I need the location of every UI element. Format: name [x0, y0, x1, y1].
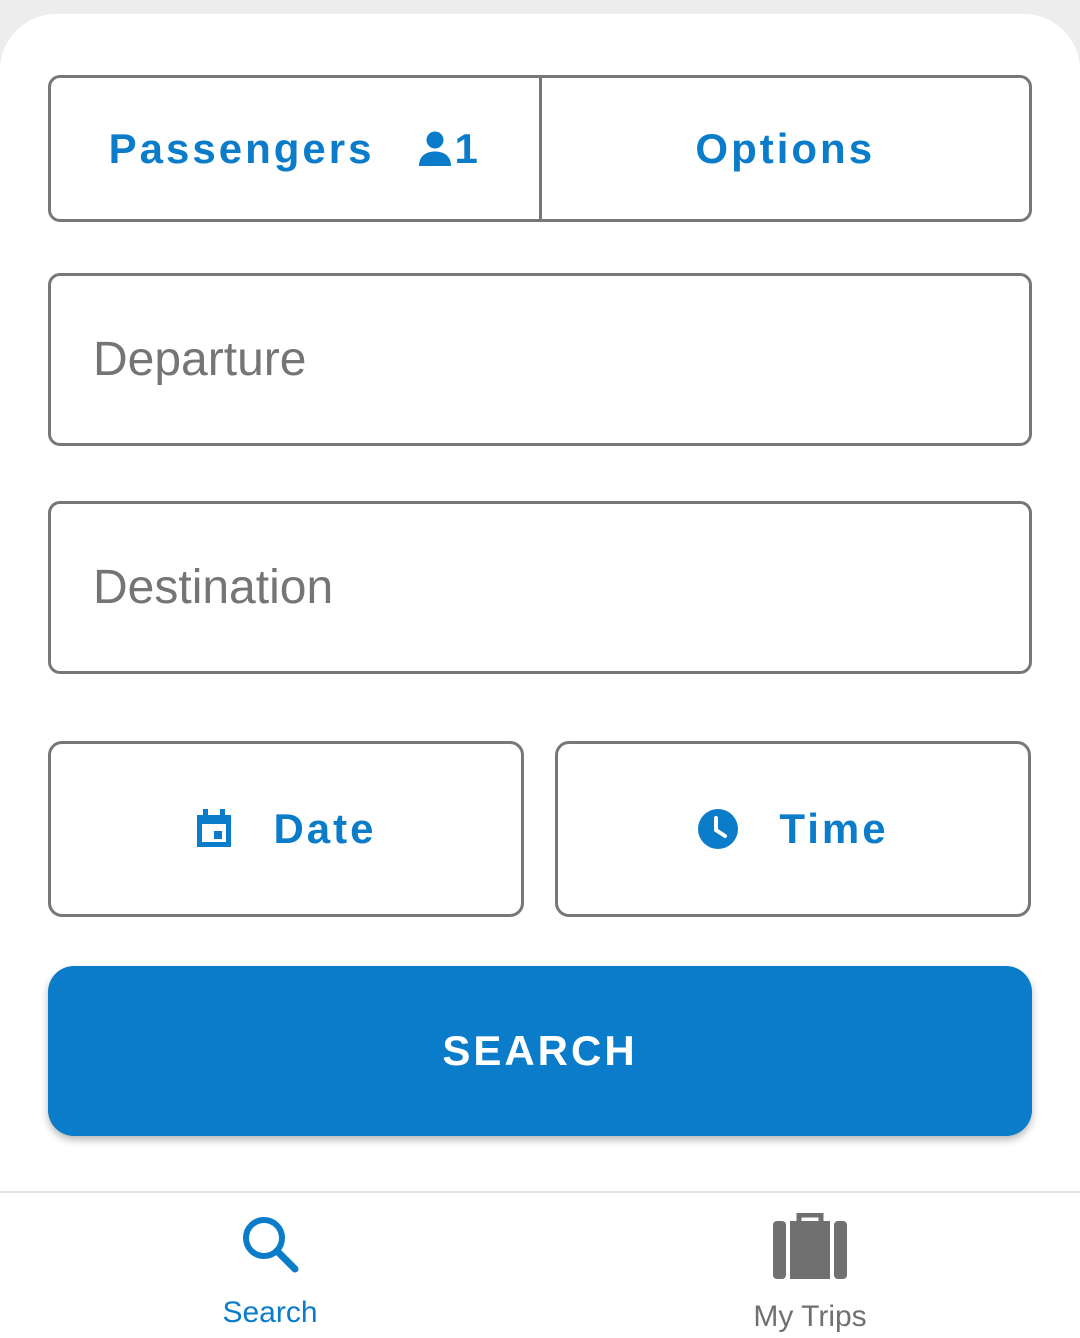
search-button-label: SEARCH — [442, 1027, 638, 1074]
time-button[interactable]: Time — [555, 741, 1031, 917]
calendar-icon — [195, 809, 233, 849]
search-button[interactable]: SEARCH — [48, 966, 1032, 1136]
person-icon — [418, 131, 452, 167]
bottom-navigation: Search My Trips — [0, 1191, 1080, 1338]
search-sheet: Passengers 1 Options Departure Destinati… — [0, 14, 1080, 1338]
date-label: Date — [273, 805, 377, 852]
options-button[interactable]: Options — [542, 78, 1030, 219]
clock-icon — [697, 808, 739, 850]
nav-label-my-trips: My Trips — [753, 1300, 867, 1333]
passengers-button[interactable]: Passengers 1 — [51, 78, 539, 219]
departure-input[interactable] — [93, 332, 1029, 387]
nav-label-search: Search — [222, 1296, 318, 1329]
suitcase-icon — [773, 1212, 847, 1284]
destination-field[interactable] — [48, 501, 1032, 674]
passengers-options-toggle: Passengers 1 Options — [48, 75, 1032, 222]
nav-item-search[interactable]: Search — [0, 1193, 540, 1338]
passenger-count: 1 — [454, 124, 481, 172]
departure-field[interactable] — [48, 273, 1032, 446]
search-icon — [239, 1213, 301, 1280]
nav-item-my-trips[interactable]: My Trips — [540, 1193, 1080, 1338]
time-label: Time — [779, 805, 889, 852]
options-label: Options — [695, 124, 876, 172]
destination-input[interactable] — [93, 560, 1029, 615]
passengers-label: Passengers — [108, 124, 375, 172]
date-button[interactable]: Date — [48, 741, 524, 917]
